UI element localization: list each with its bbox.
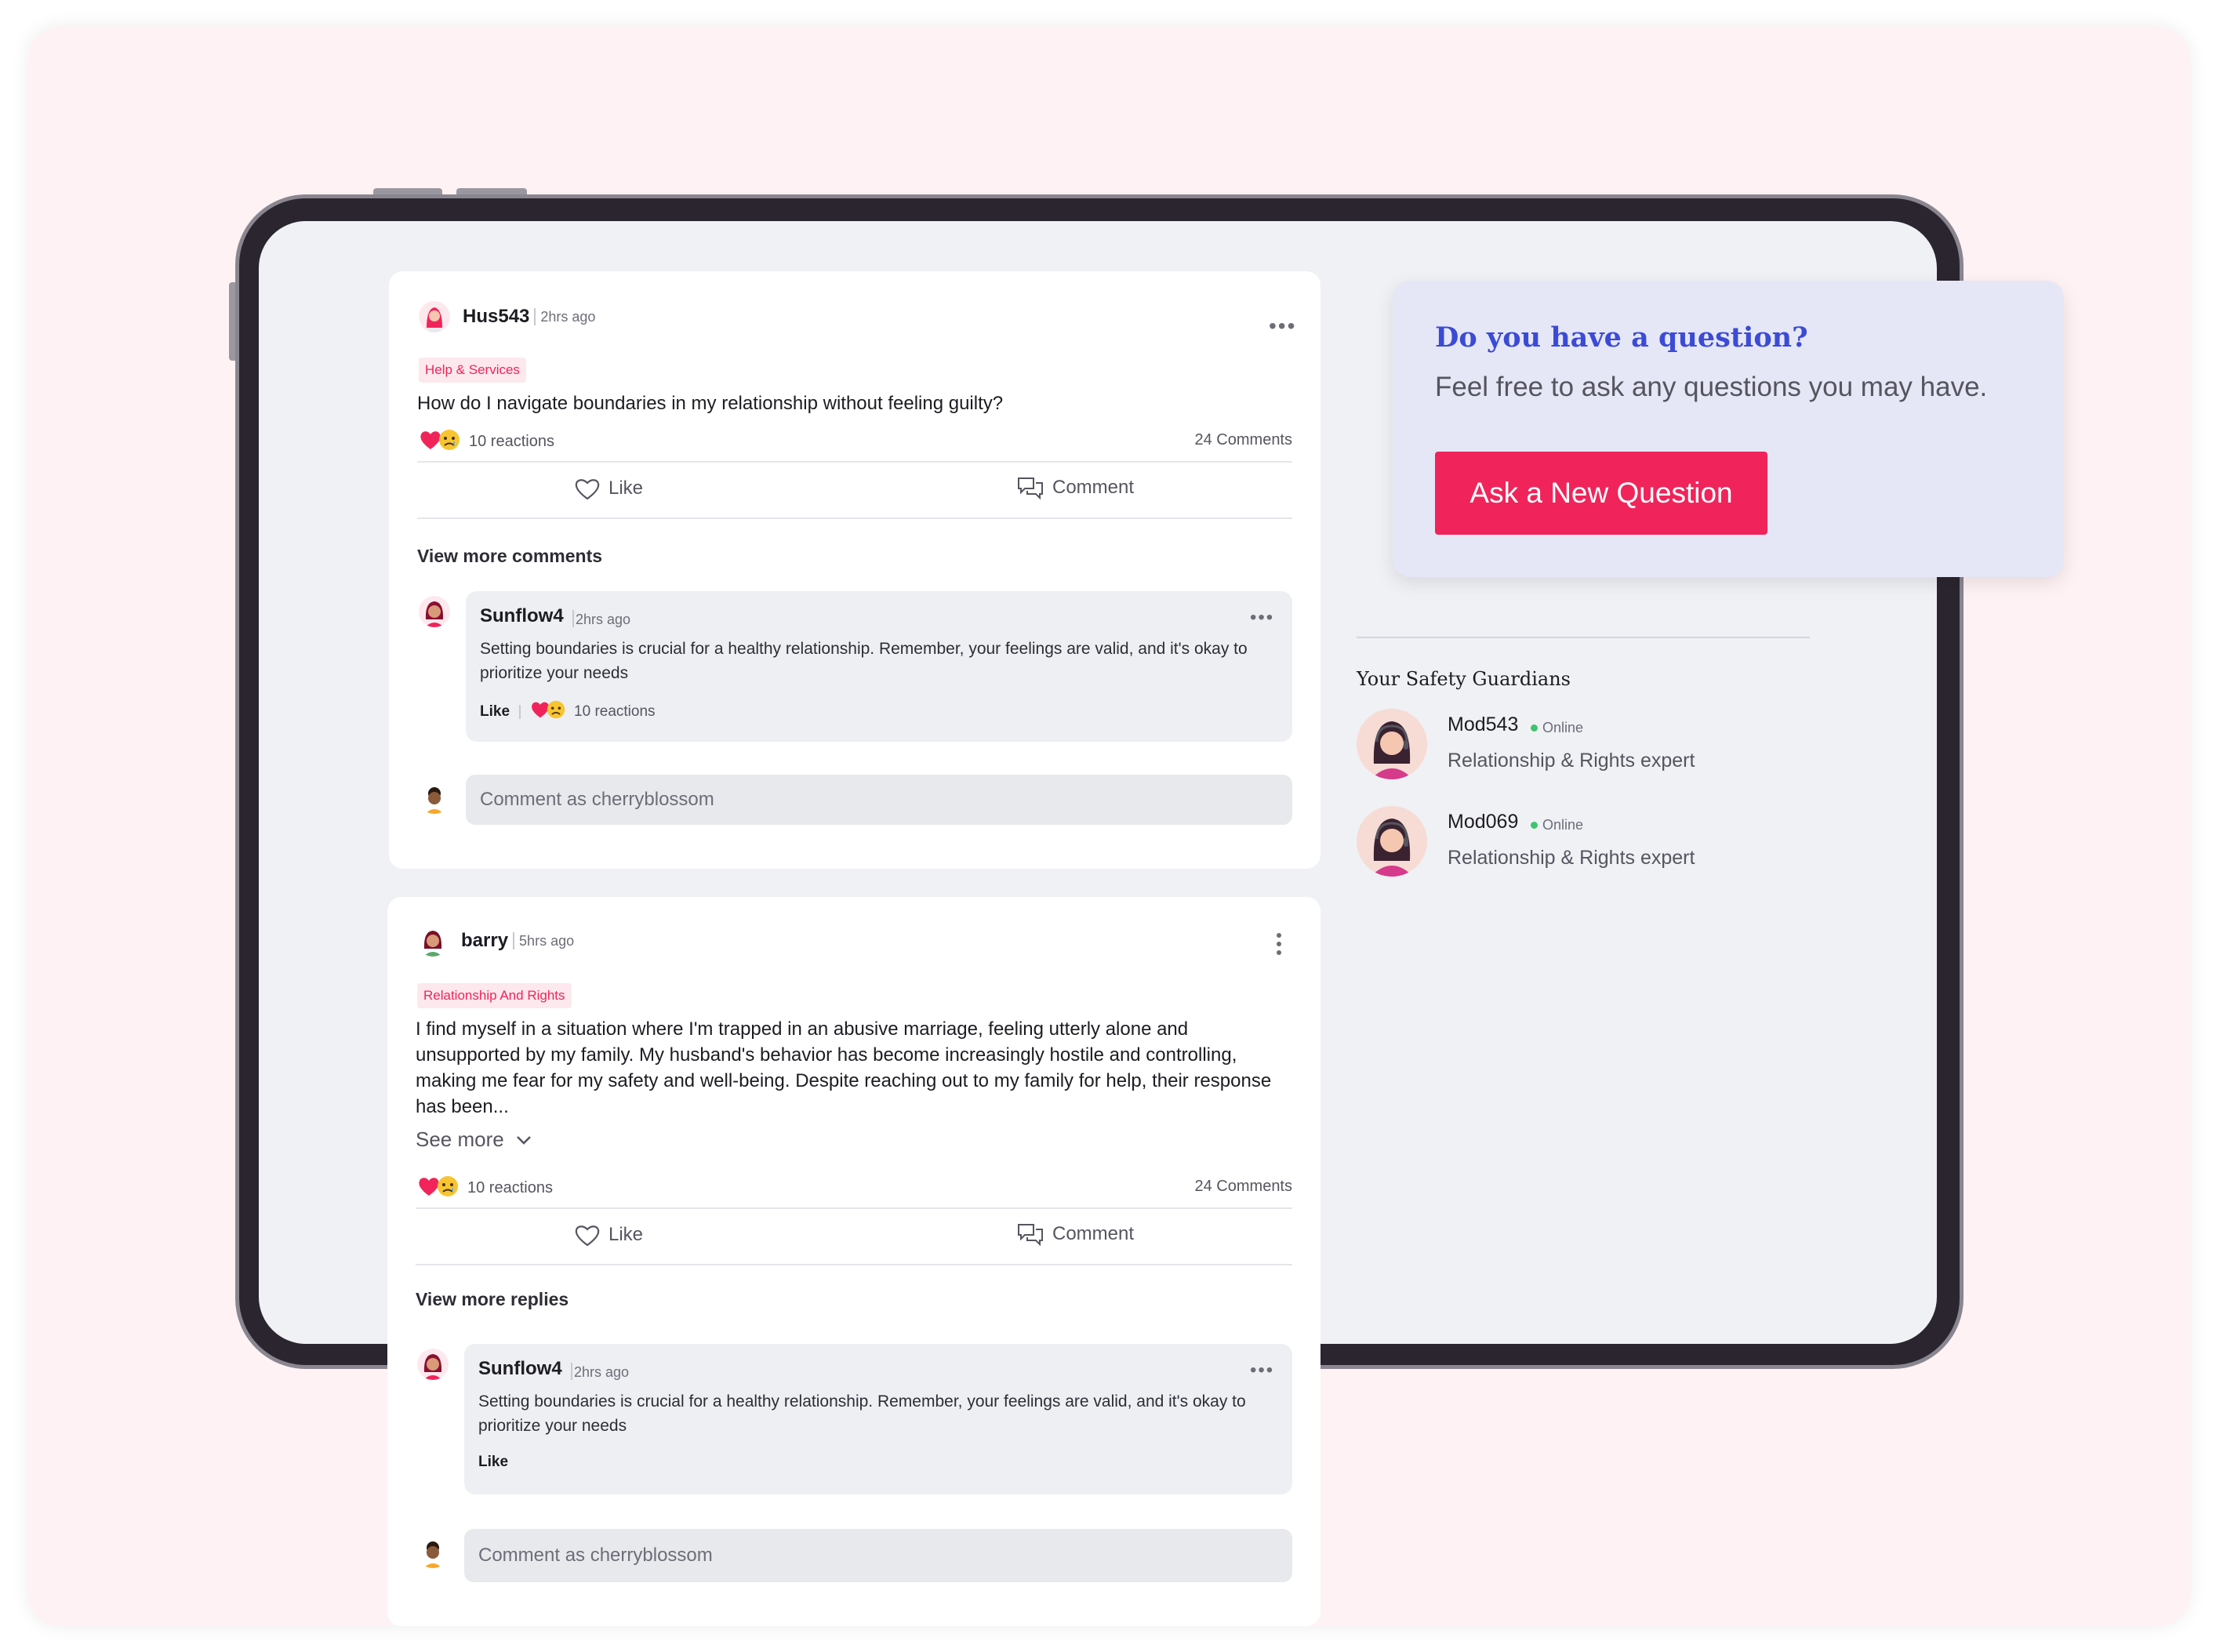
online-dot-icon — [1531, 724, 1538, 732]
guardians-title: Your Safety Guardians — [1357, 668, 1571, 690]
guardian-role: Relationship & Rights expert — [1448, 847, 1695, 869]
user-avatar-icon[interactable] — [417, 925, 449, 957]
guardian-item[interactable]: Mod543 Online Relationship & Rights expe… — [1357, 709, 1796, 781]
post-username[interactable]: barry — [461, 930, 508, 952]
view-more-comments-link[interactable]: View more comments — [417, 546, 602, 567]
post-text: I find myself in a situation where I'm t… — [416, 1018, 1272, 1117]
chevron-down-icon — [516, 1135, 531, 1145]
ask-title: Do you have a question? — [1435, 321, 1808, 354]
reply-username[interactable]: Sunflow4 — [480, 605, 564, 627]
online-status: Online — [1531, 817, 1583, 833]
post-text: How do I navigate boundaries in my relat… — [417, 393, 1004, 414]
more-options-icon[interactable]: ••• — [1269, 315, 1296, 337]
reply-bubble: Sunflow4 2hrs ago ••• Setting boundaries… — [464, 1344, 1292, 1494]
reply-like-button[interactable]: Like — [480, 703, 510, 721]
post-card: Hus543 2hrs ago ••• Help & Services How … — [389, 271, 1321, 869]
reply-like-button[interactable]: Like — [478, 1454, 508, 1471]
reply-username[interactable]: Sunflow4 — [478, 1358, 562, 1380]
heart-icon — [575, 1225, 600, 1247]
post-time: 5hrs ago — [519, 932, 575, 949]
reply-text: Setting boundaries is crucial for a heal… — [480, 640, 1248, 682]
post-author: Hus543 2hrs ago — [419, 301, 595, 332]
ask-subtitle: Feel free to ask any questions you may h… — [1435, 372, 1988, 402]
divider — [571, 1363, 572, 1380]
reply-avatar-icon[interactable] — [417, 1349, 449, 1380]
sad-emoji-icon — [436, 1175, 460, 1202]
post-reactions[interactable]: 10 reactions — [419, 428, 554, 456]
ask-question-panel: Do you have a question? Feel free to ask… — [1393, 281, 2064, 577]
divider — [572, 610, 574, 627]
current-user-avatar-icon — [417, 1537, 449, 1568]
category-tag[interactable]: Help & Services — [419, 358, 526, 383]
guardian-role: Relationship & Rights expert — [1448, 750, 1695, 772]
comment-button[interactable]: Comment — [1016, 1222, 1134, 1247]
divider — [534, 308, 536, 325]
comment-label: Comment — [1052, 477, 1135, 498]
sad-emoji-icon — [438, 428, 461, 456]
comment-icon — [1018, 1224, 1043, 1247]
online-label: Online — [1542, 817, 1584, 833]
like-label: Like — [608, 477, 644, 499]
category-tag[interactable]: Relationship And Rights — [417, 983, 572, 1008]
reactions-count: 10 reactions — [467, 1179, 553, 1196]
vertical-more-icon[interactable] — [1275, 931, 1283, 957]
guardian-item[interactable]: Mod069 Online Relationship & Rights expe… — [1357, 806, 1796, 878]
reply-avatar-icon[interactable] — [419, 596, 450, 627]
guardian-name: Mod069 — [1448, 811, 1519, 833]
online-status: Online — [1531, 720, 1583, 736]
heart-icon — [575, 479, 600, 500]
comment-label: Comment — [1052, 1223, 1135, 1244]
post-username[interactable]: Hus543 — [463, 306, 529, 328]
post-time: 2hrs ago — [540, 308, 596, 325]
comments-count[interactable]: 24 Comments — [1195, 431, 1293, 449]
divider — [417, 461, 1292, 463]
comment-button[interactable]: Comment — [1016, 475, 1134, 500]
sad-emoji-icon — [546, 699, 566, 724]
reply-actions: Like 10 reactions — [480, 699, 656, 724]
see-more-link[interactable]: See more — [416, 1127, 532, 1152]
comment-input[interactable] — [466, 775, 1292, 825]
divider — [416, 1207, 1292, 1209]
guardian-avatar-icon — [1357, 806, 1427, 877]
reply-bubble: Sunflow4 2hrs ago ••• Setting boundaries… — [466, 591, 1292, 742]
current-user-avatar-icon — [419, 782, 450, 814]
reply-text: Setting boundaries is crucial for a heal… — [478, 1392, 1246, 1435]
comment-icon — [1018, 477, 1043, 500]
post-card: barry 5hrs ago Relationship And Rights I… — [387, 897, 1321, 1626]
comments-count[interactable]: 24 Comments — [1195, 1178, 1293, 1196]
guardian-name: Mod543 — [1448, 713, 1519, 735]
comment-input[interactable] — [464, 1529, 1292, 1582]
divider — [417, 517, 1292, 519]
guardian-avatar-icon — [1357, 709, 1427, 779]
divider — [513, 932, 515, 949]
online-dot-icon — [1531, 822, 1538, 829]
like-button[interactable]: Like — [574, 1223, 643, 1247]
reply-reactions-count[interactable]: 10 reactions — [574, 703, 656, 721]
view-more-replies-link[interactable]: View more replies — [416, 1289, 569, 1310]
like-button[interactable]: Like — [574, 477, 643, 500]
reply-time: 2hrs ago — [574, 1364, 630, 1380]
like-label: Like — [608, 1224, 644, 1245]
reply-time: 2hrs ago — [576, 612, 631, 627]
reactions-count: 10 reactions — [469, 433, 554, 450]
divider — [416, 1264, 1292, 1265]
divider — [1357, 637, 1810, 638]
ask-new-question-button[interactable]: Ask a New Question — [1435, 452, 1767, 535]
post-author: barry 5hrs ago — [417, 925, 574, 957]
more-options-icon[interactable]: ••• — [1250, 608, 1274, 627]
see-more-label: See more — [416, 1127, 504, 1151]
divider — [519, 704, 521, 719]
online-label: Online — [1542, 720, 1584, 735]
more-options-icon[interactable]: ••• — [1250, 1361, 1274, 1380]
post-reactions[interactable]: 10 reactions — [417, 1175, 553, 1202]
user-avatar-icon[interactable] — [419, 301, 450, 332]
